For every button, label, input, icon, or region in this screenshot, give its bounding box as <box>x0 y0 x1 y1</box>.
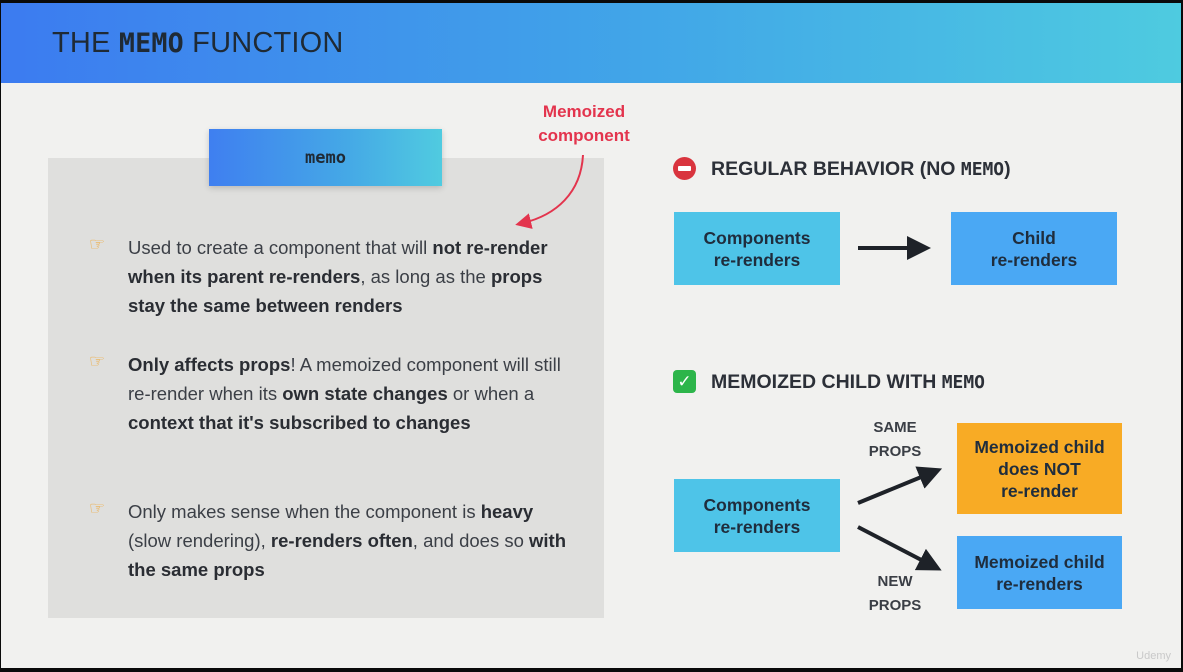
new-props-arrow-icon <box>857 525 942 571</box>
same-props-arrow-icon <box>857 466 943 505</box>
bullet-text: Only makes sense when the component is h… <box>128 501 567 580</box>
bullet-text: Only affects props! A memoized component… <box>128 354 561 433</box>
memoized-component-annotation: Memoized component <box>538 102 630 145</box>
memoized-child-title: MEMOIZED CHILD WITH MEMO <box>711 371 985 393</box>
no-entry-icon <box>673 157 696 180</box>
pointing-hand-icon: ☞ <box>89 234 106 254</box>
regular-child-box: Child re-renders <box>951 212 1117 285</box>
same-props-label: SAME PROPS <box>868 419 922 460</box>
pointing-hand-icon: ☞ <box>89 498 106 518</box>
watermark: Udemy <box>1136 650 1171 662</box>
check-mark-icon: ✓ <box>673 370 696 393</box>
regular-source-box: Components re-renders <box>674 212 840 285</box>
slide: THE MEMO FUNCTION memo Memoized componen… <box>0 0 1183 672</box>
slide-title: THE MEMO FUNCTION <box>52 27 344 59</box>
pointing-hand-icon: ☞ <box>89 351 106 371</box>
bullet-text: Used to create a component that will not… <box>128 237 548 316</box>
memoized-no-rerender-box: Memoized child does NOT re-render <box>957 423 1122 514</box>
header-bar: THE MEMO FUNCTION <box>1 3 1181 83</box>
memo-tab: memo <box>209 129 442 186</box>
new-props-label: NEW PROPS <box>868 573 922 614</box>
memoized-source-box: Components re-renders <box>674 479 840 552</box>
annotation-arrow-icon <box>515 154 584 229</box>
regular-behavior-title: REGULAR BEHAVIOR (NO MEMO) <box>711 158 1011 180</box>
memoized-rerenders-box: Memoized child re-renders <box>957 536 1122 609</box>
